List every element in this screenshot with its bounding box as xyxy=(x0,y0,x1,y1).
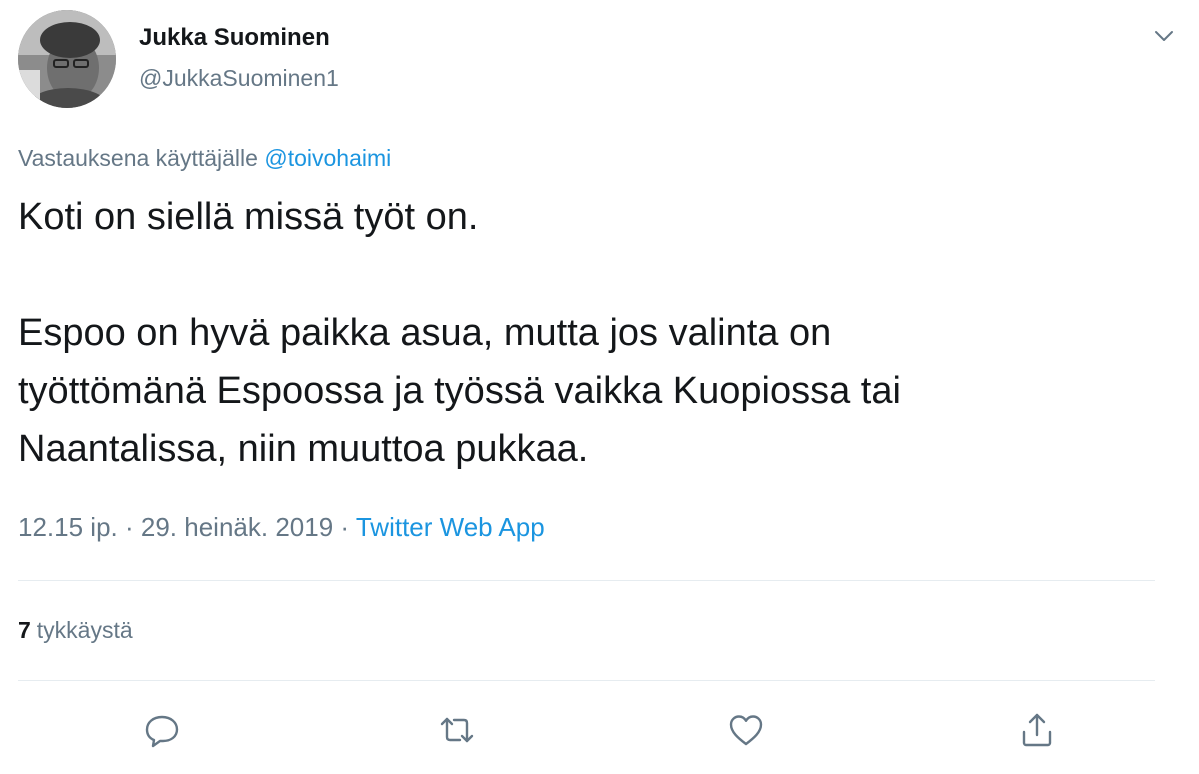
tweet-text-line: Naantalissa, niin muuttoa pukkaa. xyxy=(18,428,589,470)
divider xyxy=(18,580,1155,581)
reply-icon[interactable] xyxy=(142,710,182,750)
tweet-source-link[interactable]: Twitter Web App xyxy=(356,512,545,542)
tweet-meta: 12.15 ip. · 29. heinäk. 2019 · Twitter W… xyxy=(18,512,545,543)
author-handle[interactable]: @JukkaSuominen1 xyxy=(139,65,339,92)
reply-context: Vastauksena käyttäjälle @toivohaimi xyxy=(18,145,391,172)
chevron-down-icon[interactable] xyxy=(1150,22,1178,50)
tweet-card: Jukka Suominen @JukkaSuominen1 Vastaukse… xyxy=(0,0,1199,774)
likes-stat[interactable]: 7 tykkäystä xyxy=(18,617,133,644)
meta-separator: · xyxy=(340,512,350,542)
avatar[interactable] xyxy=(18,10,116,108)
heart-icon[interactable] xyxy=(726,710,766,750)
tweet-text: Koti on siellä missä työt on. Espoo on h… xyxy=(18,188,1168,478)
tweet-time[interactable]: 12.15 ip. xyxy=(18,512,118,542)
share-icon[interactable] xyxy=(1017,710,1057,750)
retweet-icon[interactable] xyxy=(437,710,477,750)
divider xyxy=(18,680,1155,681)
reply-context-prefix: Vastauksena käyttäjälle xyxy=(18,145,258,171)
tweet-text-line: Espoo on hyvä paikka asua, mutta jos val… xyxy=(18,312,832,354)
tweet-text-line: Koti on siellä missä työt on. xyxy=(18,196,479,238)
reply-mention-link[interactable]: @toivohaimi xyxy=(264,145,391,171)
tweet-date[interactable]: 29. heinäk. 2019 xyxy=(141,512,333,542)
tweet-text-line: työttömänä Espoossa ja työssä vaikka Kuo… xyxy=(18,370,901,412)
meta-separator: · xyxy=(124,512,134,542)
author-display-name[interactable]: Jukka Suominen xyxy=(139,24,330,52)
likes-label: tykkäystä xyxy=(36,617,133,643)
likes-count: 7 xyxy=(18,617,31,643)
